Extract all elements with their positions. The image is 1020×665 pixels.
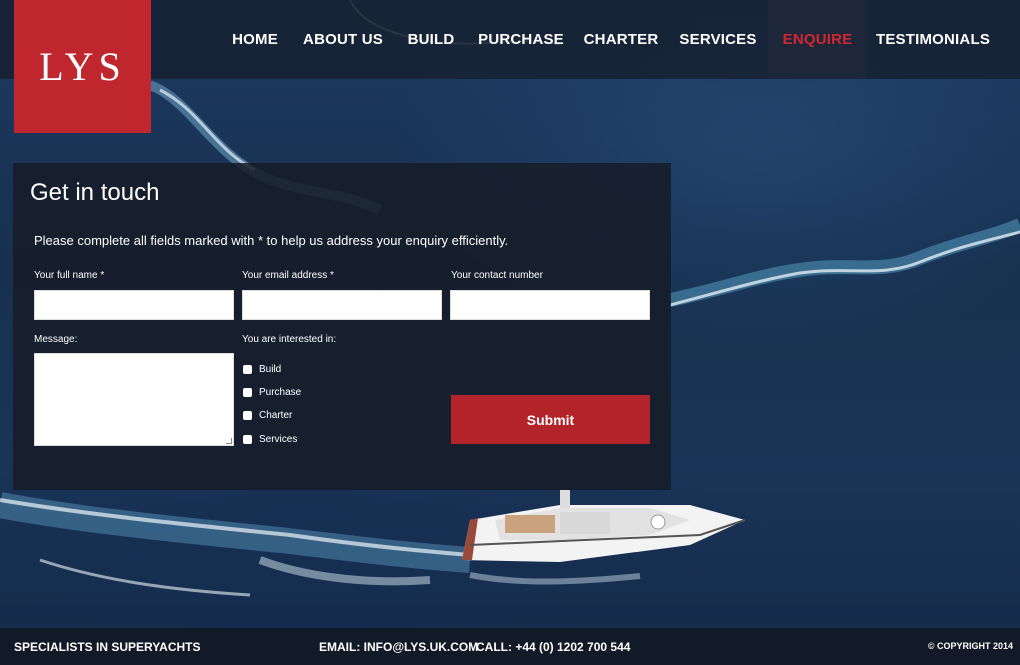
nav-testimonials[interactable]: TESTIMONIALS — [873, 0, 993, 79]
nav-services[interactable]: SERVICES — [674, 0, 762, 79]
interest-purchase-option[interactable]: Purchase — [243, 387, 301, 398]
nav-build[interactable]: BUILD — [400, 0, 462, 79]
email-label: Your email address * — [242, 270, 334, 281]
footer-email-link[interactable]: EMAIL: INFO@LYS.UK.COM — [319, 640, 478, 654]
interest-charter-option[interactable]: Charter — [243, 410, 292, 421]
footer-phone-link[interactable]: CALL: +44 (0) 1202 700 544 — [476, 640, 630, 654]
message-label: Message: — [34, 334, 78, 345]
full-name-input[interactable] — [34, 290, 234, 320]
nav-home-label: HOME — [232, 31, 278, 48]
nav-enquire[interactable]: ENQUIRE — [768, 0, 867, 79]
interest-purchase-label: Purchase — [259, 387, 302, 398]
nav-purchase-label: PURCHASE — [478, 31, 564, 48]
nav-about-us-label: ABOUT US — [303, 31, 383, 48]
interest-charter-label: Charter — [259, 410, 293, 421]
submit-button[interactable]: Submit — [451, 395, 650, 444]
footer-tagline: SPECIALISTS IN SUPERYACHTS — [14, 640, 201, 654]
nav-testimonials-label: TESTIMONIALS — [875, 31, 991, 48]
nav-enquire-label: ENQUIRE — [782, 31, 853, 48]
form-intro-text: Please complete all fields marked with *… — [34, 233, 509, 248]
nav-purchase[interactable]: PURCHASE — [474, 0, 568, 79]
nav-services-label: SERVICES — [679, 31, 757, 48]
interest-build-option[interactable]: Build — [243, 364, 281, 375]
interest-services-label: Services — [259, 434, 298, 445]
contact-number-label: Your contact number — [451, 270, 543, 281]
resize-grip-icon[interactable] — [226, 438, 232, 444]
form-title: Get in touch — [30, 179, 160, 206]
contact-number-input[interactable] — [450, 290, 650, 320]
interests-label: You are interested in: — [242, 334, 337, 345]
brand-logo[interactable]: LYS — [14, 0, 151, 133]
nav-about-us[interactable]: ABOUT US — [296, 0, 390, 79]
interest-purchase-checkbox[interactable] — [243, 388, 252, 397]
top-navigation-bar: HOME ABOUT US BUILD PURCHASE CHARTER SER… — [0, 0, 1020, 79]
nav-charter-label: CHARTER — [583, 31, 659, 48]
interest-services-option[interactable]: Services — [243, 434, 297, 445]
interest-build-checkbox[interactable] — [243, 365, 252, 374]
footer-bar: SPECIALISTS IN SUPERYACHTS EMAIL: INFO@L… — [0, 628, 1020, 665]
full-name-label: Your full name * — [34, 270, 105, 281]
submit-button-label: Submit — [526, 411, 575, 428]
email-input[interactable] — [242, 290, 442, 320]
nav-build-label: BUILD — [407, 31, 455, 48]
footer-copyright: © COPYRIGHT 2014 — [927, 641, 1013, 651]
interest-build-label: Build — [259, 364, 282, 375]
interest-services-checkbox[interactable] — [243, 435, 252, 444]
yacht-image — [462, 490, 746, 562]
message-textarea[interactable] — [34, 353, 234, 446]
logo-text: LYS — [39, 44, 126, 89]
nav-home[interactable]: HOME — [222, 0, 288, 79]
enquiry-form-panel: Get in touch Please complete all fields … — [13, 163, 671, 490]
nav-charter[interactable]: CHARTER — [580, 0, 662, 79]
interest-charter-checkbox[interactable] — [243, 411, 252, 420]
